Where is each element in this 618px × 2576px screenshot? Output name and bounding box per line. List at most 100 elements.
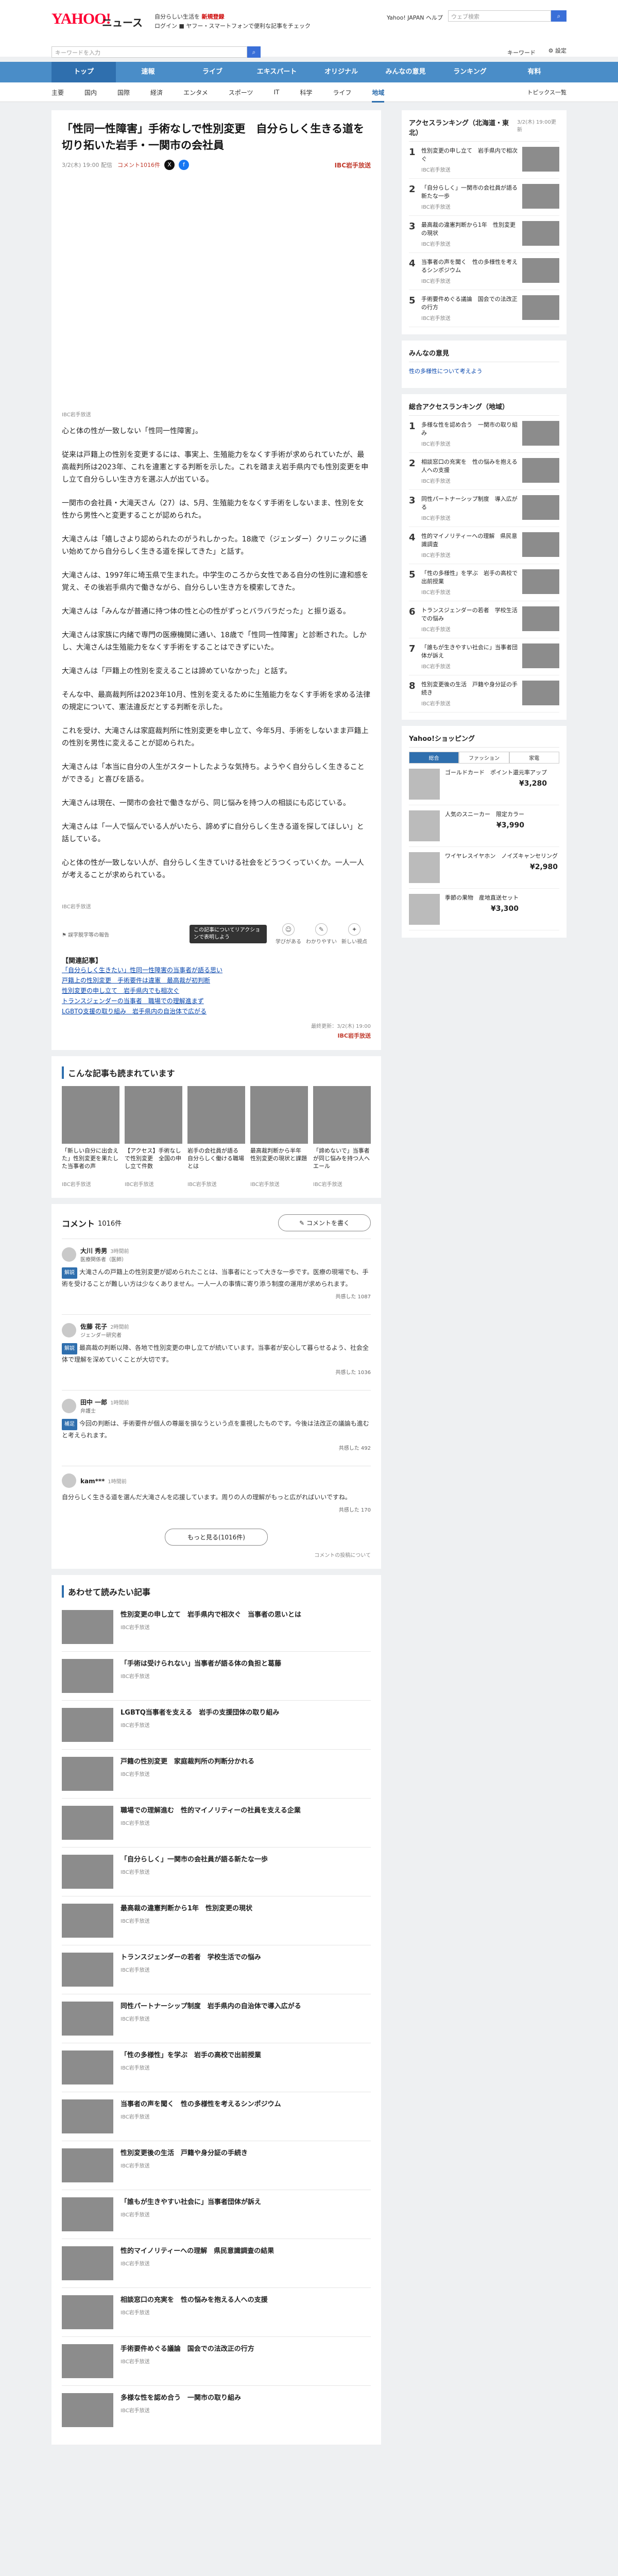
also-read-item[interactable]: 「自分らしく」一関市の会社員が語る新たな一歩 IBC岩手放送: [62, 1847, 371, 1896]
author-name[interactable]: 佐藤 花子: [80, 1323, 107, 1330]
category-item[interactable]: 科学: [300, 88, 312, 97]
also-read-item[interactable]: 職場での理解進む 性的マイノリティーの社員を支える企業 IBC岩手放送: [62, 1798, 371, 1847]
x-share-icon[interactable]: X: [164, 160, 175, 170]
also-read-item[interactable]: 同性パートナーシップ制度 岩手県内の自治体で導入広がる IBC岩手放送: [62, 1994, 371, 2043]
comment-note[interactable]: コメントの投稿について: [62, 1551, 371, 1558]
also-read-item[interactable]: 最高裁の違憲判断から1年 性別変更の現状 IBC岩手放送: [62, 1896, 371, 1945]
also-read-item[interactable]: LGBTQ当事者を支える 岩手の支援団体の取り組み IBC岩手放送: [62, 1700, 371, 1749]
ranking-item[interactable]: 5 手術要件めぐる議論 国会での法改正の行方 IBC岩手放送: [409, 290, 559, 327]
ranking-item[interactable]: 3 同性パートナーシップ制度 導入広がる IBC岩手放送: [409, 490, 559, 527]
ranking-item[interactable]: 4 当事者の声を聞く 性の多様性を考えるシンポジウム IBC岩手放送: [409, 253, 559, 290]
ranking-item[interactable]: 7 「誰もが生きやすい社会に」当事者団体が訴え IBC岩手放送: [409, 638, 559, 675]
like-button[interactable]: 共感した 1087: [335, 1292, 371, 1300]
nav-item[interactable]: ライブ: [180, 62, 245, 82]
nav-item[interactable]: みんなの意見: [373, 62, 438, 82]
shopping-tab[interactable]: ファッション: [459, 752, 509, 764]
category-item[interactable]: IT: [273, 89, 279, 96]
topics-list-link[interactable]: トピックス一覧: [527, 88, 566, 96]
category-item[interactable]: エンタメ: [183, 88, 208, 97]
promo-line-2[interactable]: ログイン ■ ヤフー・スマートフォンで便利な記事をチェック: [154, 22, 311, 30]
related-link[interactable]: LGBTQ支援の取り組み 岩手県内の自治体で広がる: [62, 1006, 371, 1016]
also-read-item[interactable]: 多様な性を認め合う 一関市の取り組み IBC岩手放送: [62, 2385, 371, 2434]
category-item[interactable]: 国際: [117, 88, 130, 97]
product-item[interactable]: ゴールドカード ポイント還元率アップ ¥3,280: [409, 764, 559, 805]
related-link[interactable]: 性別変更の申し立て 岩手県内でも相次ぐ: [62, 986, 371, 996]
author-name[interactable]: 田中 一郎: [80, 1399, 107, 1406]
recommend-item[interactable]: 「新しい自分に出会えた」性別変更を果たした当事者の声 IBC岩手放送: [62, 1086, 119, 1188]
related-link[interactable]: 「自分らしく生きたい」性同一性障害の当事者が語る思い: [62, 965, 371, 975]
top-links[interactable]: Yahoo! JAPAN ヘルプ: [387, 13, 443, 22]
also-read-item[interactable]: 性的マイノリティーへの理解 県民意識調査の結果 IBC岩手放送: [62, 2239, 371, 2287]
product-item[interactable]: ワイヤレスイヤホン ノイズキャンセリング ¥2,980: [409, 847, 559, 889]
ranking-item[interactable]: 1 多様な性を認め合う 一関市の取り組み IBC岩手放送: [409, 416, 559, 453]
also-read-item[interactable]: 性別変更後の生活 戸籍や身分証の手続き IBC岩手放送: [62, 2141, 371, 2190]
avatar[interactable]: [62, 1473, 76, 1488]
category-item[interactable]: 国内: [84, 88, 97, 97]
reaction-button[interactable]: ✎ わかりやすい: [305, 923, 338, 945]
nav-item[interactable]: トップ: [52, 62, 116, 82]
recommend-item[interactable]: 「諦めないで」当事者が同じ悩みを持つ人へエール IBC岩手放送: [313, 1086, 371, 1188]
like-button[interactable]: 共感した 170: [339, 1505, 371, 1513]
also-read-item[interactable]: 「誰もが生きやすい社会に」当事者団体が訴え IBC岩手放送: [62, 2190, 371, 2239]
category-item[interactable]: ライフ: [333, 88, 351, 97]
avatar[interactable]: [62, 1323, 76, 1337]
product-item[interactable]: 季節の果物 産地直送セット ¥3,300: [409, 889, 559, 930]
nav-item[interactable]: エキスパート: [245, 62, 309, 82]
related-link[interactable]: 戸籍上の性別変更 手術要件は違憲 最高裁が初判断: [62, 975, 371, 986]
related-link[interactable]: トランスジェンダーの当事者 職場での理解進まず: [62, 996, 371, 1006]
reaction-button[interactable]: ☺ 学びがある: [272, 923, 305, 945]
avatar[interactable]: [62, 1247, 76, 1262]
signup-link[interactable]: 新規登録: [202, 13, 225, 20]
like-button[interactable]: 共感した 492: [339, 1444, 371, 1451]
also-read-item[interactable]: 「性の多様性」を学ぶ 岩手の高校で出前授業 IBC岩手放送: [62, 2043, 371, 2092]
timestamp-source[interactable]: IBC岩手放送: [62, 1031, 371, 1040]
author-name[interactable]: kam***: [80, 1478, 105, 1485]
ranking-item[interactable]: 8 性別変更後の生活 戸籍や身分証の手続き IBC岩手放送: [409, 675, 559, 713]
keywords-link[interactable]: キーワード: [507, 48, 536, 57]
like-button[interactable]: 共感した 1036: [335, 1368, 371, 1376]
nav-item[interactable]: オリジナル: [309, 62, 373, 82]
nav-item[interactable]: 速報: [116, 62, 180, 82]
more-comments-button[interactable]: もっと見る(1016件): [165, 1529, 268, 1546]
opinion-link[interactable]: 性の多様性について考えよう: [409, 362, 559, 381]
also-read-item[interactable]: 「手術は受けられない」当事者が語る体の負担と葛藤 IBC岩手放送: [62, 1651, 371, 1700]
ranking-item[interactable]: 1 性別変更の申し立て 岩手県内で相次ぐ IBC岩手放送: [409, 142, 559, 179]
write-comment-button[interactable]: ✎ コメントを書く: [278, 1214, 371, 1231]
news-logo[interactable]: ニュース: [102, 14, 143, 29]
shopping-tab[interactable]: 家電: [509, 752, 559, 764]
web-search-input[interactable]: ウェブ検索: [448, 10, 551, 22]
category-item[interactable]: 主要: [52, 88, 64, 97]
news-search-input[interactable]: キーワードを入力: [52, 46, 247, 58]
recommend-item[interactable]: 【アクセス】手術なしで性別変更 全国の申し立て件数 IBC岩手放送: [125, 1086, 182, 1188]
video-player[interactable]: [62, 180, 371, 407]
shopping-tab[interactable]: 総合: [409, 752, 459, 764]
comments-count-link[interactable]: コメント1016件: [117, 161, 160, 169]
category-item[interactable]: スポーツ: [229, 88, 253, 97]
also-read-item[interactable]: 当事者の声を聞く 性の多様性を考えるシンポジウム IBC岩手放送: [62, 2092, 371, 2141]
ranking-item[interactable]: 3 最高裁の違憲判断から1年 性別変更の現状 IBC岩手放送: [409, 216, 559, 253]
ranking-item[interactable]: 2 相談窓口の充実を 性の悩みを抱える人への支援 IBC岩手放送: [409, 453, 559, 490]
error-report-link[interactable]: ⚑ 誤字脱字等の報告: [62, 930, 109, 938]
reaction-button[interactable]: ✦ 新しい視点: [338, 923, 371, 945]
product-item[interactable]: 人気のスニーカー 限定カラー ¥3,990: [409, 805, 559, 847]
category-item[interactable]: 地域: [372, 88, 385, 103]
also-read-item[interactable]: 相談窓口の充実を 性の悩みを抱える人への支援 IBC岩手放送: [62, 2287, 371, 2336]
facebook-share-icon[interactable]: f: [178, 160, 189, 170]
also-read-item[interactable]: 戸籍の性別変更 家庭裁判所の判断分かれる IBC岩手放送: [62, 1749, 371, 1798]
settings-link[interactable]: ⚙ 設定: [548, 46, 566, 55]
source-name[interactable]: IBC岩手放送: [335, 161, 371, 170]
web-search-button[interactable]: ⌕: [551, 10, 566, 22]
news-search-button[interactable]: ⌕: [247, 46, 261, 58]
ranking-item[interactable]: 2 「自分らしく」一関市の会社員が語る新たな一歩 IBC岩手放送: [409, 179, 559, 216]
author-name[interactable]: 大川 秀男: [80, 1247, 107, 1255]
nav-item[interactable]: 有料: [502, 62, 566, 82]
also-read-item[interactable]: トランスジェンダーの若者 学校生活での悩み IBC岩手放送: [62, 1945, 371, 1994]
nav-item[interactable]: ランキング: [438, 62, 502, 82]
recommend-item[interactable]: 最高裁判断から半年 性別変更の現状と課題 IBC岩手放送: [250, 1086, 308, 1188]
recommend-item[interactable]: 岩手の会社員が語る 自分らしく働ける職場とは IBC岩手放送: [187, 1086, 245, 1188]
ranking-item[interactable]: 4 性的マイノリティーへの理解 県民意識調査 IBC岩手放送: [409, 527, 559, 564]
avatar[interactable]: [62, 1399, 76, 1413]
ranking-item[interactable]: 6 トランスジェンダーの若者 学校生活での悩み IBC岩手放送: [409, 601, 559, 638]
also-read-item[interactable]: 手術要件めぐる議論 国会での法改正の行方 IBC岩手放送: [62, 2336, 371, 2385]
also-read-item[interactable]: 性別変更の申し立て 岩手県内で相次ぐ 当事者の思いとは IBC岩手放送: [62, 1603, 371, 1651]
